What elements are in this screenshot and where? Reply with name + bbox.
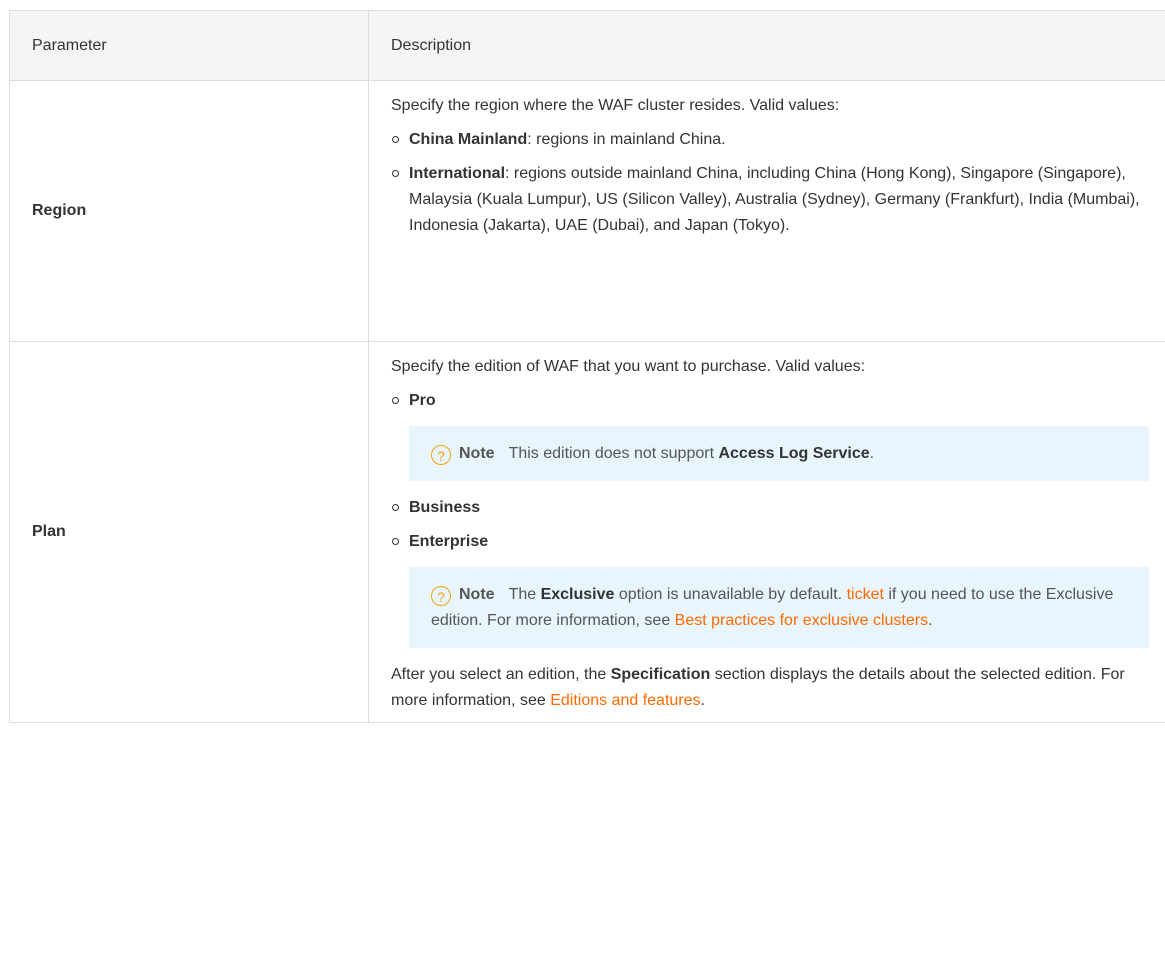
parameter-table: Parameter Description Region Specify the… <box>9 10 1165 723</box>
option-term: China Mainland <box>409 131 528 148</box>
plan-outro: After you select an edition, the Specifi… <box>391 662 1149 714</box>
option-text: : regions outside mainland China, includ… <box>409 165 1140 234</box>
note-label: Note <box>459 445 495 462</box>
outro-end: . <box>700 692 705 709</box>
plan-option-pro: Pro ? Note This edition does not support A… <box>391 388 1149 481</box>
note-term: Access Log Service <box>718 445 870 462</box>
region-option-china-mainland: China Mainland: regions in mainland Chin… <box>391 127 1149 153</box>
plan-option-enterprise: Enterprise ? Note The Exclusive option is … <box>391 529 1149 648</box>
region-options: China Mainland: regions in mainland Chin… <box>391 127 1149 239</box>
region-option-international: International: regions outside mainland … <box>391 161 1149 239</box>
note-text: option is unavailable by default. <box>614 586 847 603</box>
table-row-plan: Plan Specify the edition of WAF that you… <box>9 341 1165 723</box>
param-desc-plan: Specify the edition of WAF that you want… <box>368 341 1165 723</box>
param-desc-region: Specify the region where the WAF cluster… <box>368 80 1165 342</box>
option-text: : regions in mainland China. <box>527 131 726 148</box>
header-parameter: Parameter <box>9 10 369 81</box>
outro-term: Specification <box>610 666 711 683</box>
table-row-region: Region Specify the region where the WAF … <box>9 80 1165 342</box>
question-circle-icon: ? <box>431 445 451 465</box>
note-term: Exclusive <box>540 586 615 603</box>
option-term: Pro <box>409 392 436 409</box>
option-term: International <box>409 165 506 182</box>
option-term: Enterprise <box>409 533 489 550</box>
note-text: This edition does not support <box>508 445 719 462</box>
header-description: Description <box>368 10 1165 81</box>
plan-intro: Specify the edition of WAF that you want… <box>391 358 866 375</box>
note-label: Note <box>459 586 495 603</box>
ticket-link[interactable]: ticket <box>847 586 884 603</box>
param-name-region: Region <box>9 80 369 342</box>
plan-options: Pro ? Note This edition does not support A… <box>391 388 1149 648</box>
note-box-enterprise: ? Note The Exclusive option is unavailable… <box>409 567 1149 648</box>
note-end: . <box>928 612 933 629</box>
region-intro: Specify the region where the WAF cluster… <box>391 97 840 114</box>
option-term: Business <box>409 499 481 516</box>
note-box-pro: ? Note This edition does not support Acces… <box>409 426 1149 481</box>
plan-option-business: Business <box>391 495 1149 521</box>
note-end: . <box>869 445 875 462</box>
outro-text: After you select an edition, the <box>391 666 611 683</box>
best-practices-link[interactable]: Best practices for exclusive clusters <box>675 612 928 629</box>
note-text: The <box>508 586 541 603</box>
table-header-row: Parameter Description <box>9 10 1165 81</box>
editions-features-link[interactable]: Editions and features <box>550 692 700 709</box>
question-circle-icon: ? <box>431 586 451 606</box>
param-name-plan: Plan <box>9 341 369 723</box>
